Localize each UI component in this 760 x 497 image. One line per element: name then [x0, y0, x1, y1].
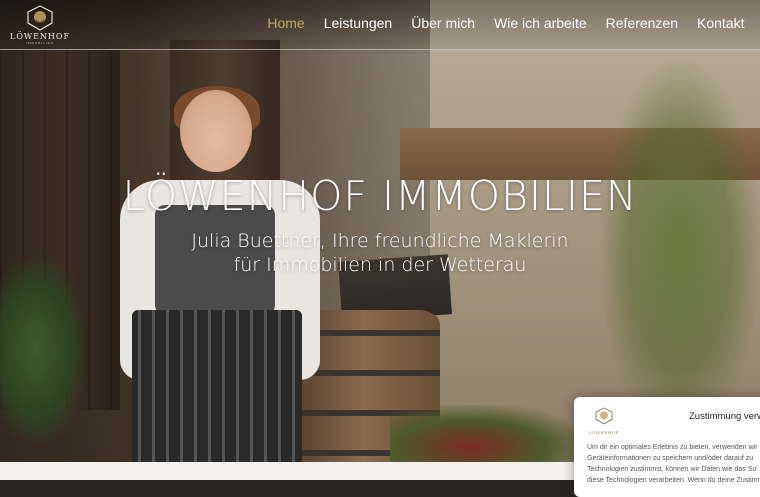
- hero-subtitle: Julia Buettner, Ihre freundliche Makleri…: [0, 229, 760, 277]
- lion-crest-icon: [595, 407, 613, 425]
- agent-portrait: [110, 86, 330, 470]
- cookie-logo: LÖWENHOF: [588, 407, 620, 435]
- cookie-dialog-text: Um dir ein optimales Erlebnis zu bieten,…: [587, 442, 760, 486]
- cookie-text-line: Geräteinformationen zu speichern und/ode…: [587, 455, 754, 462]
- cookie-consent-dialog: LÖWENHOF Zustimmung verw Um dir ein opti…: [574, 397, 760, 497]
- nav-referenzen[interactable]: Referenzen: [596, 15, 687, 31]
- cookie-text-line: Technologien zustimmst, können wir Daten…: [587, 466, 757, 473]
- logo-wordmark: LÖWENHOF: [10, 32, 71, 41]
- site-header: LÖWENHOF IMMOBILIEN Home Leistungen Über…: [0, 0, 760, 50]
- site-logo[interactable]: LÖWENHOF IMMOBILIEN: [10, 5, 70, 45]
- hero-title: LÖWENHOF IMMOBILIEN: [122, 172, 638, 220]
- hero-subtitle-line-1: Julia Buettner, Ihre freundliche Makleri…: [191, 230, 569, 252]
- main-navigation: Home Leistungen Über mich Wie ich arbeit…: [258, 15, 754, 31]
- nav-ueber-mich[interactable]: Über mich: [402, 15, 485, 31]
- cookie-text-line: Um dir ein optimales Erlebnis zu bieten,…: [587, 444, 758, 451]
- cookie-text-line: diese Technologien verarbeiten. Wenn du …: [587, 477, 760, 484]
- nav-leistungen[interactable]: Leistungen: [314, 15, 402, 31]
- nav-kontakt[interactable]: Kontakt: [688, 15, 754, 31]
- cookie-dialog-title: Zustimmung verw: [689, 411, 760, 422]
- logo-subtext: IMMOBILIEN: [26, 41, 54, 45]
- plants-left: [0, 250, 90, 450]
- cookie-logo-wordmark: LÖWENHOF: [588, 430, 619, 435]
- nav-wie-ich-arbeite[interactable]: Wie ich arbeite: [485, 15, 597, 31]
- lion-crest-icon: [27, 5, 53, 31]
- nav-home[interactable]: Home: [258, 15, 314, 31]
- hero-subtitle-line-2: für Immobilien in der Wetterau: [233, 254, 527, 276]
